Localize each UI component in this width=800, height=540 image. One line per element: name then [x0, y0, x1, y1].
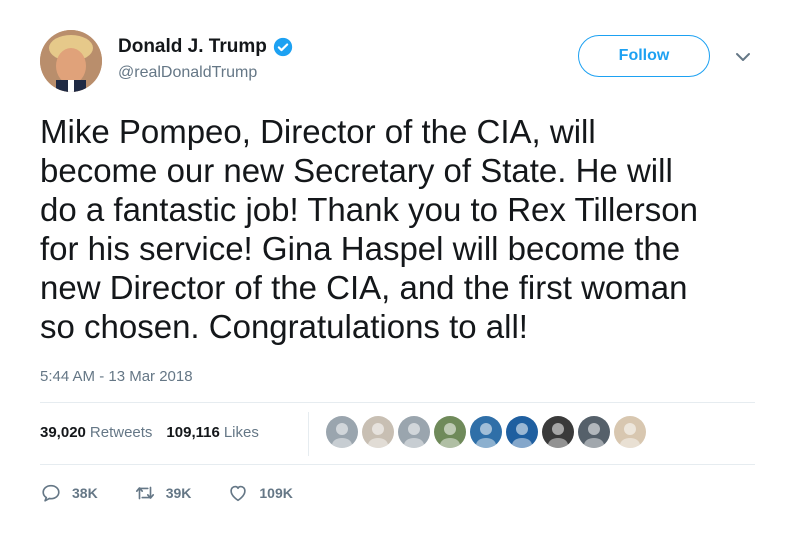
author-avatar[interactable]	[40, 30, 102, 92]
stats-top-divider	[40, 402, 755, 403]
stats-separator	[308, 412, 309, 456]
likes-label: Likes	[223, 424, 259, 441]
tweet-text-line: new Director of the CIA, and the first w…	[40, 269, 688, 306]
retweets-label: Retweets	[89, 424, 153, 441]
tweet-text-line: Mike Pompeo, Director of the CIA, will	[40, 113, 596, 150]
tweet-text-line: so chosen. Congratulations to all!	[40, 308, 528, 345]
tweet-actions: 38K 39K 109K	[40, 482, 329, 504]
like-count: 109K	[259, 485, 293, 501]
tweet-text-line: for his service! Gina Haspel will become…	[40, 230, 681, 267]
liker-avatar[interactable]	[542, 416, 574, 448]
chevron-down-icon[interactable]	[734, 50, 752, 64]
display-name-text[interactable]: Donald J. Trump	[118, 36, 267, 58]
tweet-timestamp[interactable]: 5:44 AM - 13 Mar 2018	[40, 368, 193, 385]
reply-action[interactable]: 38K	[40, 482, 98, 504]
retweet-count: 39K	[165, 485, 192, 501]
likes-count: 109,116	[166, 424, 220, 441]
liker-avatar[interactable]	[470, 416, 502, 448]
tweet-text-line: become our new Secretary of State. He wi…	[40, 152, 673, 189]
like-action[interactable]: 109K	[227, 482, 293, 504]
liker-avatar[interactable]	[506, 416, 538, 448]
heart-icon	[230, 485, 247, 502]
reply-count: 38K	[72, 485, 98, 501]
stats-bottom-divider	[40, 464, 755, 465]
avatar-portrait	[40, 30, 102, 92]
liker-avatar[interactable]	[362, 416, 394, 448]
liker-avatar[interactable]	[398, 416, 430, 448]
retweets-stat[interactable]: 39,020 Retweets	[40, 424, 152, 441]
liker-avatar[interactable]	[614, 416, 646, 448]
liker-avatar[interactable]	[578, 416, 610, 448]
likes-stat[interactable]: 109,116 Likes	[166, 424, 258, 441]
tweet-text-line: do a fantastic job! Thank you to Rex Til…	[40, 191, 698, 228]
retweets-count: 39,020	[40, 424, 86, 441]
author-handle[interactable]: @realDonaldTrump	[118, 64, 257, 82]
verified-badge-icon	[273, 37, 293, 57]
liker-avatar[interactable]	[326, 416, 358, 448]
retweet-action[interactable]: 39K	[134, 482, 192, 504]
liker-avatar[interactable]	[434, 416, 466, 448]
reply-icon	[42, 484, 60, 502]
follow-button[interactable]: Follow	[578, 35, 710, 77]
tweet-stats: 39,020 Retweets 109,116 Likes	[40, 424, 259, 441]
author-display-name[interactable]: Donald J. Trump	[118, 36, 293, 58]
liker-avatars	[326, 416, 650, 448]
retweet-icon	[135, 486, 154, 500]
tweet-text: Mike Pompeo, Director of the CIA, will b…	[40, 112, 780, 346]
